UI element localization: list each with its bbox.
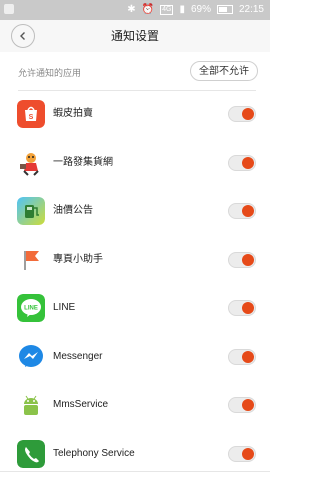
toggle-knob bbox=[242, 350, 254, 363]
svg-text:S: S bbox=[29, 114, 34, 121]
status-bar: ✱ ⏰ 4G ▮ 69% 22:15 bbox=[0, 0, 270, 20]
line-icon: LINE bbox=[17, 294, 45, 322]
gas-pump-icon bbox=[17, 197, 45, 225]
header: 通知设置 bbox=[0, 20, 270, 52]
bottom-divider bbox=[0, 471, 270, 472]
app-row[interactable]: MmsService bbox=[0, 381, 270, 430]
app-name: Messenger bbox=[53, 350, 103, 362]
disallow-all-button[interactable]: 全部不允许 bbox=[190, 61, 258, 81]
toggle-knob bbox=[242, 108, 254, 120]
app-name: 蝦皮拍賣 bbox=[53, 108, 93, 119]
status-right: ✱ ⏰ 4G ▮ 69% 22:15 bbox=[127, 4, 264, 15]
app-row[interactable]: Messenger bbox=[0, 333, 270, 382]
battery-percent: 69% bbox=[190, 4, 211, 15]
flag-icon bbox=[17, 245, 45, 274]
app-name: 專頁小助手 bbox=[53, 253, 103, 265]
bluetooth-icon: ✱ bbox=[127, 4, 136, 15]
app-row[interactable]: 一路發集貨網 bbox=[0, 139, 270, 188]
android-icon bbox=[24, 395, 38, 415]
app-list: S 蝦皮拍賣 一路發集貨網 油價公告 專頁小助手 LINE LINE Messe… bbox=[0, 90, 270, 478]
app-name: LINE bbox=[53, 302, 76, 313]
notification-toggle[interactable] bbox=[228, 203, 256, 219]
notification-toggle[interactable] bbox=[228, 106, 256, 122]
app-row[interactable]: 專頁小助手 bbox=[0, 236, 270, 285]
mascot-icon bbox=[17, 148, 45, 177]
toggle-knob bbox=[242, 399, 254, 411]
messenger-icon bbox=[19, 344, 43, 367]
notification-toggle[interactable] bbox=[228, 397, 256, 413]
app-name: 油價公告 bbox=[53, 205, 93, 216]
page-title: 通知设置 bbox=[110, 29, 159, 43]
toggle-knob bbox=[242, 205, 254, 217]
svg-text:LINE: LINE bbox=[24, 306, 38, 312]
back-button[interactable] bbox=[11, 24, 35, 48]
notification-icon bbox=[4, 4, 14, 14]
notification-toggle[interactable] bbox=[228, 348, 256, 365]
app-name: MmsService bbox=[53, 399, 109, 410]
shopee-icon: S bbox=[17, 100, 45, 128]
phone-icon bbox=[17, 439, 45, 468]
signal-icon: ▮ bbox=[179, 4, 185, 15]
app-row[interactable]: S 蝦皮拍賣 bbox=[0, 90, 270, 139]
network-badge: 4G bbox=[160, 4, 174, 15]
allowed-apps-section: 允许通知的应用 全部不允许 bbox=[0, 52, 270, 90]
notification-toggle[interactable] bbox=[228, 251, 256, 268]
app-name: 一路發集貨網 bbox=[53, 156, 113, 168]
notification-toggle[interactable] bbox=[228, 445, 256, 462]
battery-icon bbox=[216, 5, 233, 14]
toggle-knob bbox=[242, 447, 254, 460]
notification-toggle[interactable] bbox=[228, 300, 256, 316]
section-label: 允许通知的应用 bbox=[18, 68, 82, 78]
notification-toggle[interactable] bbox=[228, 154, 256, 171]
toggle-knob bbox=[242, 156, 254, 169]
status-time: 22:15 bbox=[238, 4, 264, 15]
toggle-knob bbox=[242, 302, 254, 314]
toggle-knob bbox=[242, 253, 254, 266]
alarm-icon: ⏰ bbox=[141, 4, 155, 15]
app-row[interactable]: LINE LINE bbox=[0, 284, 270, 333]
chevron-left-icon bbox=[20, 32, 25, 40]
app-row[interactable]: 油價公告 bbox=[0, 187, 270, 236]
